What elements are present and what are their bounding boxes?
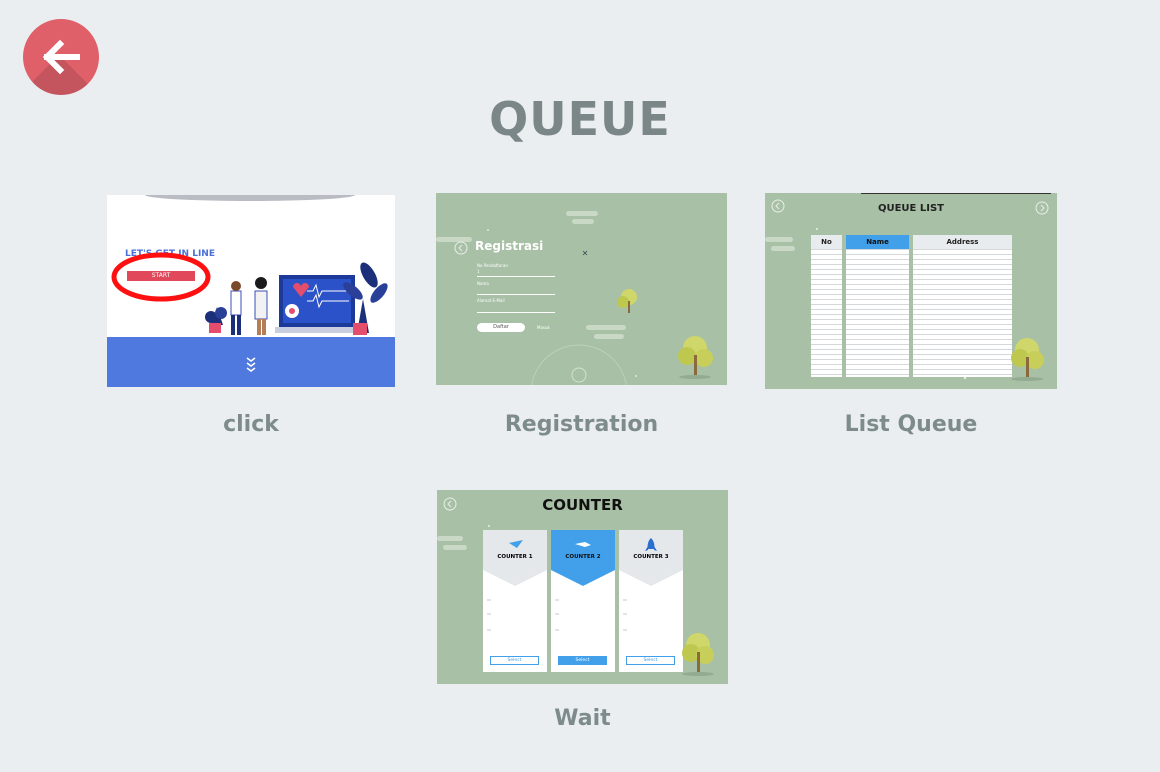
card-caption: Wait xyxy=(554,706,611,731)
back-button[interactable] xyxy=(23,19,99,95)
click-thumbnail[interactable]: LET'S GET IN LINE START xyxy=(107,195,395,387)
card-caption: click xyxy=(223,412,279,437)
registration-thumbnail[interactable]: Registrasi No Pendaftaran 1 Nama Alamat … xyxy=(436,193,727,385)
card-caption: List Queue xyxy=(844,412,978,437)
list-queue-thumbnail[interactable]: QUEUE LIST No Name Address xyxy=(765,193,1057,389)
counter-thumbnail[interactable]: COUNTER COUNTER 1 Select COUNTER 2 Selec… xyxy=(437,490,728,684)
page-title: QUEUE xyxy=(489,92,671,146)
illustration xyxy=(111,252,388,335)
arrow-left-icon xyxy=(42,39,80,75)
chevrons-down-icon xyxy=(246,357,256,372)
card-caption: Registration xyxy=(504,412,659,437)
